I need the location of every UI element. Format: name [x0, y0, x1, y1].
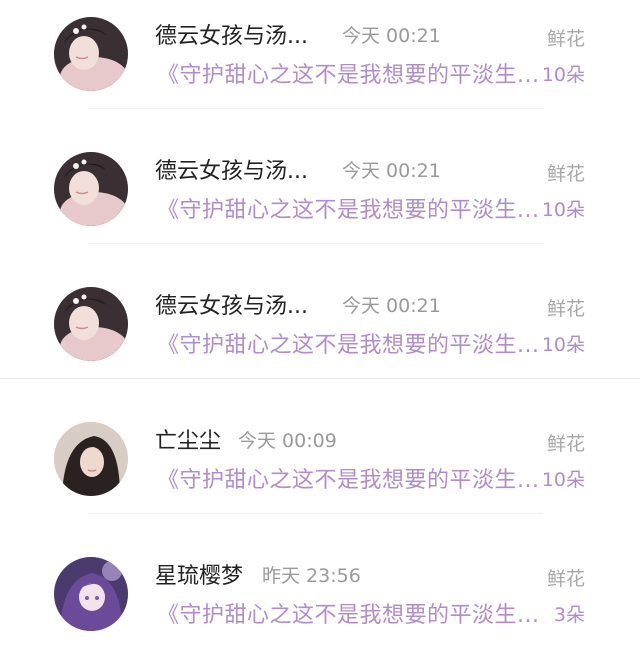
gift-type-label: 鲜花: [546, 28, 585, 50]
gift-type-label: 鲜花: [546, 568, 585, 590]
user-name[interactable]: 星琉樱梦: [155, 558, 243, 590]
user-name[interactable]: 德云女孩与汤...: [155, 18, 308, 50]
work-title-link[interactable]: 《守护甜心之这不是我想要的平淡生...: [157, 597, 539, 629]
row-divider: [0, 378, 640, 379]
avatar-portrait-icon[interactable]: [54, 287, 128, 361]
gift-count: 3朵: [553, 604, 585, 626]
list-item[interactable]: 德云女孩与汤... 今天 00:21 《守护甜心之这不是我想要的平淡生... 鲜…: [0, 270, 640, 405]
work-title-link[interactable]: 《守护甜心之这不是我想要的平淡生...: [157, 327, 539, 359]
avatar-portrait-icon[interactable]: [54, 17, 128, 91]
gift-count: 10朵: [541, 334, 585, 356]
gift-count: 10朵: [541, 199, 585, 221]
timestamp: 昨天 23:56: [262, 565, 361, 587]
user-name[interactable]: 德云女孩与汤...: [155, 153, 308, 185]
gift-type-label: 鲜花: [546, 433, 585, 455]
avatar-portrait-icon[interactable]: [54, 422, 128, 496]
timestamp: 今天 00:21: [342, 295, 441, 317]
list-item[interactable]: 星琉樱梦 昨天 23:56 《守护甜心之这不是我想要的平淡生... 鲜花 3朵: [0, 540, 640, 648]
row-divider: [88, 108, 543, 109]
gift-count: 10朵: [541, 64, 585, 86]
list-item[interactable]: 德云女孩与汤... 今天 00:21 《守护甜心之这不是我想要的平淡生... 鲜…: [0, 0, 640, 135]
gift-type-label: 鲜花: [546, 163, 585, 185]
avatar-anime-icon[interactable]: [54, 557, 128, 631]
user-name[interactable]: 亡尘尘: [155, 423, 221, 455]
row-divider: [88, 513, 543, 514]
work-title-link[interactable]: 《守护甜心之这不是我想要的平淡生...: [157, 57, 539, 89]
timestamp: 今天 00:09: [238, 430, 337, 452]
row-divider: [88, 243, 543, 244]
gift-type-label: 鲜花: [546, 298, 585, 320]
work-title-link[interactable]: 《守护甜心之这不是我想要的平淡生...: [157, 192, 539, 224]
work-title-link[interactable]: 《守护甜心之这不是我想要的平淡生...: [157, 462, 539, 494]
gift-count: 10朵: [541, 469, 585, 491]
gift-record-list: 德云女孩与汤... 今天 00:21 《守护甜心之这不是我想要的平淡生... 鲜…: [0, 0, 640, 648]
list-item[interactable]: 亡尘尘 今天 00:09 《守护甜心之这不是我想要的平淡生... 鲜花 10朵: [0, 405, 640, 540]
timestamp: 今天 00:21: [342, 160, 441, 182]
timestamp: 今天 00:21: [342, 25, 441, 47]
user-name[interactable]: 德云女孩与汤...: [155, 288, 308, 320]
avatar-portrait-icon[interactable]: [54, 152, 128, 226]
list-item[interactable]: 德云女孩与汤... 今天 00:21 《守护甜心之这不是我想要的平淡生... 鲜…: [0, 135, 640, 270]
